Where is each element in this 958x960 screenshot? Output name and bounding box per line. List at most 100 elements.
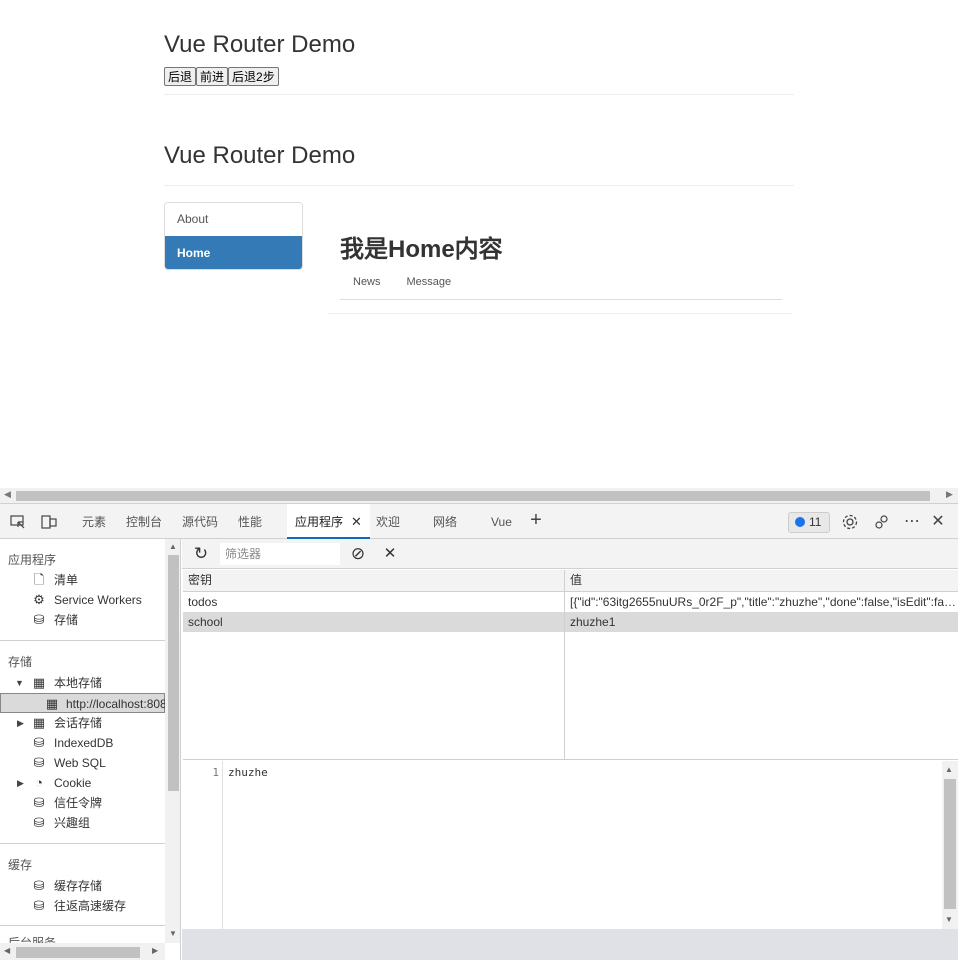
close-tab-icon[interactable]: ✕ <box>351 514 362 529</box>
sidebar-item-service-workers[interactable]: ⚙ Service Workers <box>0 590 165 610</box>
line-number: 1 <box>212 766 219 779</box>
sidebar-item-localhost-origin[interactable]: ▦ http://localhost:8080 <box>0 693 173 713</box>
database-icon: ⛁ <box>33 755 45 770</box>
tab-application-label: 应用程序 <box>295 515 344 529</box>
customize-icon[interactable] <box>873 513 891 531</box>
back-button[interactable]: 后退 <box>164 67 197 86</box>
gear-icon: ⚙ <box>33 592 45 607</box>
add-tab-icon[interactable]: + <box>527 510 545 530</box>
scrollbar-thumb[interactable] <box>944 779 956 909</box>
scroll-right-icon[interactable]: ▶ <box>152 946 158 955</box>
sidebar-vertical-scrollbar[interactable]: ▲ ▼ <box>165 539 180 943</box>
divider <box>0 843 165 844</box>
issues-badge[interactable]: 11 <box>788 512 830 533</box>
group-storage: 存储 <box>8 655 33 669</box>
tab-console[interactable]: 控制台 <box>126 504 162 539</box>
sidebar-item-bfcache[interactable]: ⛁ 往返高速缓存 <box>0 896 165 916</box>
editor-vertical-scrollbar[interactable]: ▲ ▼ <box>942 761 958 929</box>
tab-news[interactable]: News <box>340 274 394 299</box>
tab-welcome[interactable]: 欢迎 <box>376 504 400 539</box>
column-header-value[interactable]: 值 <box>565 570 958 591</box>
devtools-bottom-area <box>182 929 958 960</box>
storage-main-panel: ↻ ⊘ ✕ 密钥 值 todos [{"id":"63itg2655nuURs_… <box>182 539 958 960</box>
scroll-up-icon[interactable]: ▲ <box>945 765 953 774</box>
sidebar-item-trust-tokens[interactable]: ⛁ 信任令牌 <box>0 793 165 813</box>
nav-item-home[interactable]: Home <box>165 236 302 269</box>
collapsed-triangle-icon[interactable]: ▶ <box>17 713 24 733</box>
column-header-key[interactable]: 密钥 <box>183 570 564 591</box>
column-divider[interactable] <box>564 570 565 760</box>
scroll-up-icon[interactable]: ▲ <box>169 542 177 551</box>
scrollbar-thumb[interactable] <box>16 491 930 501</box>
table-row-selected[interactable]: school zhuzhe1 <box>183 612 958 632</box>
divider <box>0 640 165 641</box>
inspect-element-icon[interactable] <box>9 513 27 531</box>
filter-input[interactable] <box>220 543 340 565</box>
sidebar-item-storage[interactable]: ⛁ 存储 <box>0 610 165 630</box>
delete-selected-icon[interactable]: ✕ <box>380 544 400 564</box>
sidebar-item-label: 兴趣组 <box>54 816 91 830</box>
sidebar-item-label: 清单 <box>54 573 79 587</box>
sidebar-item-label: 本地存储 <box>54 676 103 690</box>
sidebar-item-session-storage[interactable]: ▶ ▦ 会话存储 <box>0 713 165 733</box>
nav-item-about[interactable]: About <box>165 203 302 236</box>
sidebar-item-label: 信任令牌 <box>54 796 103 810</box>
back-two-steps-button[interactable]: 后退2步 <box>228 67 279 86</box>
scroll-left-icon[interactable]: ◀ <box>4 946 10 955</box>
home-sub-tabs: News Message <box>340 274 782 300</box>
table-row[interactable]: todos [{"id":"63itg2655nuURs_0r2F_p","ti… <box>183 592 958 612</box>
tab-sources[interactable]: 源代码 <box>182 504 218 539</box>
database-icon: ⛁ <box>33 878 45 893</box>
database-icon: ⛁ <box>33 612 45 627</box>
sidebar-item-websql[interactable]: ⛁ Web SQL <box>0 753 165 773</box>
tab-elements[interactable]: 元素 <box>82 504 106 539</box>
line-number-gutter: 1 <box>183 761 223 929</box>
clear-all-icon[interactable]: ⊘ <box>348 544 368 564</box>
sidebar-item-cookie[interactable]: ▶ ◔ Cookie <box>0 773 165 793</box>
sidebar-item-cache-storage[interactable]: ⛁ 缓存存储 <box>0 876 165 896</box>
row-key: todos <box>188 595 218 609</box>
collapsed-triangle-icon[interactable]: ▶ <box>17 773 24 793</box>
value-preview-editor[interactable]: 1 zhuzhe <box>183 761 943 929</box>
refresh-icon[interactable]: ↻ <box>191 544 211 564</box>
sidebar-item-interest-groups[interactable]: ⛁ 兴趣组 <box>0 813 165 833</box>
scrollbar-thumb[interactable] <box>168 555 179 791</box>
settings-gear-icon[interactable] <box>841 513 859 531</box>
expanded-triangle-icon[interactable]: ▼ <box>15 673 24 693</box>
file-icon: 🗋 <box>33 572 45 587</box>
divider <box>328 313 792 314</box>
sidebar-item-label: http://localhost:8080 <box>66 697 174 711</box>
sidebar-item-indexeddb[interactable]: ⛁ IndexedDB <box>0 733 165 753</box>
scrollbar-thumb[interactable] <box>16 947 140 958</box>
row-value: [{"id":"63itg2655nuURs_0r2F_p","title":"… <box>570 595 958 609</box>
forward-button[interactable]: 前进 <box>196 67 229 86</box>
device-toolbar-icon[interactable] <box>40 513 58 531</box>
key-value-table: 密钥 值 todos [{"id":"63itg2655nuURs_0r2F_p… <box>183 570 958 760</box>
devtools-toolbar: 元素 控制台 源代码 性能 应用程序 ✕ 欢迎 网络 Vue + 11 ⋯ ✕ <box>0 504 958 539</box>
issues-count: 11 <box>809 515 822 529</box>
sidebar-item-label: 存储 <box>54 613 79 627</box>
sidebar-item-label: 会话存储 <box>54 716 103 730</box>
storage-toolbar: ↻ ⊘ ✕ <box>182 539 958 569</box>
sidebar-horizontal-scrollbar[interactable]: ◀ ▶ <box>0 943 165 960</box>
sidebar-item-manifest[interactable]: 🗋 清单 <box>0 570 165 590</box>
database-icon: ⛁ <box>33 795 45 810</box>
scroll-down-icon[interactable]: ▼ <box>945 915 953 924</box>
scroll-left-icon[interactable]: ◀ <box>4 489 11 500</box>
row-value: zhuzhe1 <box>570 615 616 629</box>
scroll-down-icon[interactable]: ▼ <box>169 929 177 938</box>
table-header: 密钥 值 <box>183 570 958 592</box>
page-title-top: Vue Router Demo <box>164 31 356 58</box>
tab-vue[interactable]: Vue <box>491 504 512 539</box>
page-horizontal-scrollbar[interactable]: ◀ ▶ <box>0 488 958 503</box>
tab-network[interactable]: 网络 <box>433 504 457 539</box>
side-nav: About Home <box>164 202 303 270</box>
scroll-right-icon[interactable]: ▶ <box>946 489 953 500</box>
tab-application[interactable]: 应用程序 ✕ <box>287 504 370 539</box>
more-options-icon[interactable]: ⋯ <box>903 513 921 531</box>
tab-performance[interactable]: 性能 <box>238 504 262 539</box>
close-devtools-icon[interactable]: ✕ <box>929 513 947 531</box>
sidebar-item-label: 往返高速缓存 <box>54 899 127 913</box>
sidebar-item-local-storage[interactable]: ▼ ▦ 本地存储 <box>0 673 165 693</box>
tab-message[interactable]: Message <box>394 274 465 299</box>
